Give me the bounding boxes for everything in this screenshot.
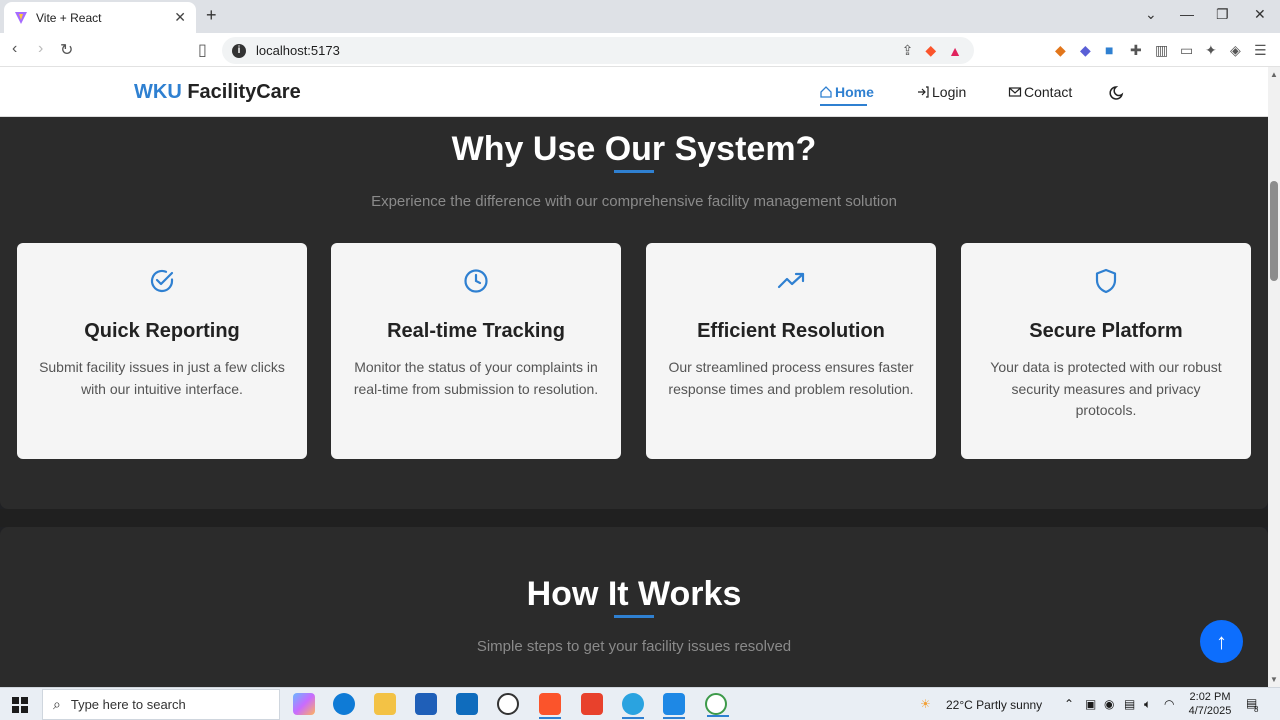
telegram-icon[interactable] [622, 693, 644, 719]
nav-login-label: Login [932, 84, 967, 100]
brave-shields-icon[interactable]: ◆ [925, 42, 936, 59]
check-circle-icon [150, 269, 174, 293]
browser-tabstrip: Vite + React ✕ + ⌄ — ❐ ✕ [0, 0, 1280, 33]
mongodb-icon[interactable] [705, 693, 729, 717]
clock-icon [464, 269, 488, 293]
nav-home[interactable]: Home [819, 84, 874, 100]
feature-card-efficient-resolution: Efficient Resolution Our streamlined pro… [646, 243, 936, 459]
why-title-underline [614, 170, 654, 173]
why-subtitle: Experience the difference with our compr… [371, 193, 897, 210]
nav-login[interactable]: Login [916, 84, 966, 100]
address-bar[interactable]: i localhost:5173 ⇪ ◆ ▲ [222, 37, 974, 64]
tab-title: Vite + React [36, 10, 102, 25]
dell-icon[interactable] [497, 693, 519, 715]
puzzle-icon[interactable]: ✚ [1130, 42, 1142, 59]
moon-icon[interactable] [1109, 83, 1127, 101]
notification-count: 8 [1254, 705, 1259, 714]
copilot-icon[interactable] [293, 693, 315, 715]
card-text: Your data is protected with our robust s… [990, 359, 1222, 418]
nav-contact[interactable]: Contact [1008, 84, 1072, 100]
card-title: Efficient Resolution [697, 320, 885, 342]
nav-home-label: Home [835, 84, 874, 100]
browser-toolbar: ‹ › ↻ ▯ i localhost:5173 ⇪ ◆ ▲ ◆ ◆ ■ ✚ ▥… [0, 33, 1280, 67]
card-title: Real-time Tracking [387, 320, 565, 342]
home-icon [820, 86, 832, 98]
new-tab-button[interactable]: + [206, 5, 217, 26]
brave-rewards-icon[interactable]: ▲ [948, 43, 962, 59]
extension-icon[interactable]: ◆ [1080, 42, 1091, 59]
file-explorer-icon[interactable] [374, 693, 396, 715]
site-header: WKU FacilityCare Home Login Contact [0, 67, 1268, 117]
login-icon [918, 86, 929, 98]
maximize-icon[interactable]: ❐ [1216, 6, 1229, 23]
bookmark-icon[interactable]: ▯ [198, 40, 207, 60]
outlook-icon[interactable] [456, 693, 478, 715]
trending-up-icon [777, 272, 805, 289]
nav-contact-label: Contact [1024, 84, 1073, 100]
clock-time: 2:02 PM [1189, 691, 1231, 703]
card-text: Our streamlined process ensures faster r… [668, 359, 914, 397]
wps-icon[interactable] [581, 693, 603, 715]
sidebar-icon[interactable]: ▥ [1155, 42, 1168, 59]
volume-icon[interactable]: 🔈︎ [1144, 697, 1151, 712]
feature-card-quick-reporting: Quick Reporting Submit facility issues i… [17, 243, 307, 459]
tray-app-icon[interactable]: ▤ [1124, 697, 1135, 711]
edge-icon[interactable] [333, 693, 355, 715]
page-scrollbar[interactable]: ▲ ▼ [1268, 67, 1280, 687]
taskbar-search[interactable]: ⌕ Type here to search [42, 689, 280, 720]
site-info-icon[interactable]: i [232, 43, 246, 58]
vpn-icon[interactable]: ◈ [1230, 42, 1241, 59]
search-icon: ⌕ [53, 696, 61, 712]
clock-date: 4/7/2025 [1188, 705, 1232, 717]
scroll-up-icon[interactable]: ▲ [1270, 70, 1278, 79]
taskbar-search-placeholder: Type here to search [70, 697, 186, 712]
weather-icon[interactable]: ☀ [920, 697, 931, 711]
how-subtitle: Simple steps to get your facility issues… [476, 638, 792, 655]
tray-chevron-icon[interactable]: ⌃ [1064, 697, 1074, 711]
extension-icon[interactable]: ■ [1105, 42, 1113, 58]
menu-icon[interactable]: ☰ [1254, 42, 1267, 59]
tray-app-icon[interactable]: ▣ [1085, 697, 1096, 711]
card-text: Submit facility issues in just a few cli… [39, 359, 285, 397]
reload-icon[interactable]: ↻ [60, 40, 73, 60]
scroll-down-icon[interactable]: ▼ [1270, 675, 1278, 684]
how-title-underline [614, 615, 654, 618]
url-text: localhost:5173 [256, 43, 340, 58]
back-icon[interactable]: ‹ [12, 40, 17, 58]
tray-app-icon[interactable]: ◉ [1104, 697, 1114, 711]
taskbar-clock[interactable]: 2:02 PM 4/7/2025 [1182, 690, 1238, 718]
scroll-to-top-button[interactable]: ↑ [1200, 620, 1243, 663]
mail-icon [1008, 87, 1022, 97]
weather-text[interactable]: 22°C Partly sunny [946, 698, 1042, 712]
tab-search-icon[interactable]: ⌄ [1145, 6, 1157, 23]
nav-active-underline [820, 104, 867, 106]
scrollbar-thumb[interactable] [1270, 181, 1278, 281]
minimize-icon[interactable]: — [1180, 6, 1194, 22]
vite-logo-icon [15, 11, 27, 24]
close-tab-icon[interactable]: ✕ [174, 9, 186, 26]
ai-icon[interactable]: ✦ [1205, 42, 1217, 59]
shield-icon [1095, 268, 1117, 294]
windows-start-icon[interactable] [12, 697, 28, 713]
share-icon[interactable]: ⇪ [902, 42, 914, 59]
forward-icon[interactable]: › [38, 40, 43, 58]
how-title: How It Works [526, 575, 742, 613]
why-title: Why Use Our System? [451, 130, 817, 168]
arrow-up-icon: ↑ [1216, 629, 1227, 654]
browser-tab[interactable]: Vite + React ✕ [4, 2, 196, 33]
close-window-icon[interactable]: ✕ [1254, 6, 1266, 23]
wallet-icon[interactable]: ▭ [1180, 42, 1193, 59]
wifi-icon[interactable]: ◠ [1164, 697, 1174, 711]
feature-card-secure-platform: Secure Platform Your data is protected w… [961, 243, 1251, 459]
site-logo[interactable]: WKU FacilityCare [134, 81, 301, 104]
metamask-icon[interactable]: ◆ [1055, 42, 1066, 59]
feature-card-real-time-tracking: Real-time Tracking Monitor the status of… [331, 243, 621, 459]
vscode-icon[interactable] [663, 693, 685, 719]
store-icon[interactable] [415, 693, 437, 715]
brave-icon[interactable] [539, 693, 561, 719]
card-title: Quick Reporting [84, 320, 240, 342]
card-title: Secure Platform [1029, 320, 1183, 342]
card-text: Monitor the status of your complaints in… [353, 359, 599, 397]
windows-taskbar: ⌕ Type here to search ☀ 22°C Partly sunn… [0, 687, 1280, 720]
